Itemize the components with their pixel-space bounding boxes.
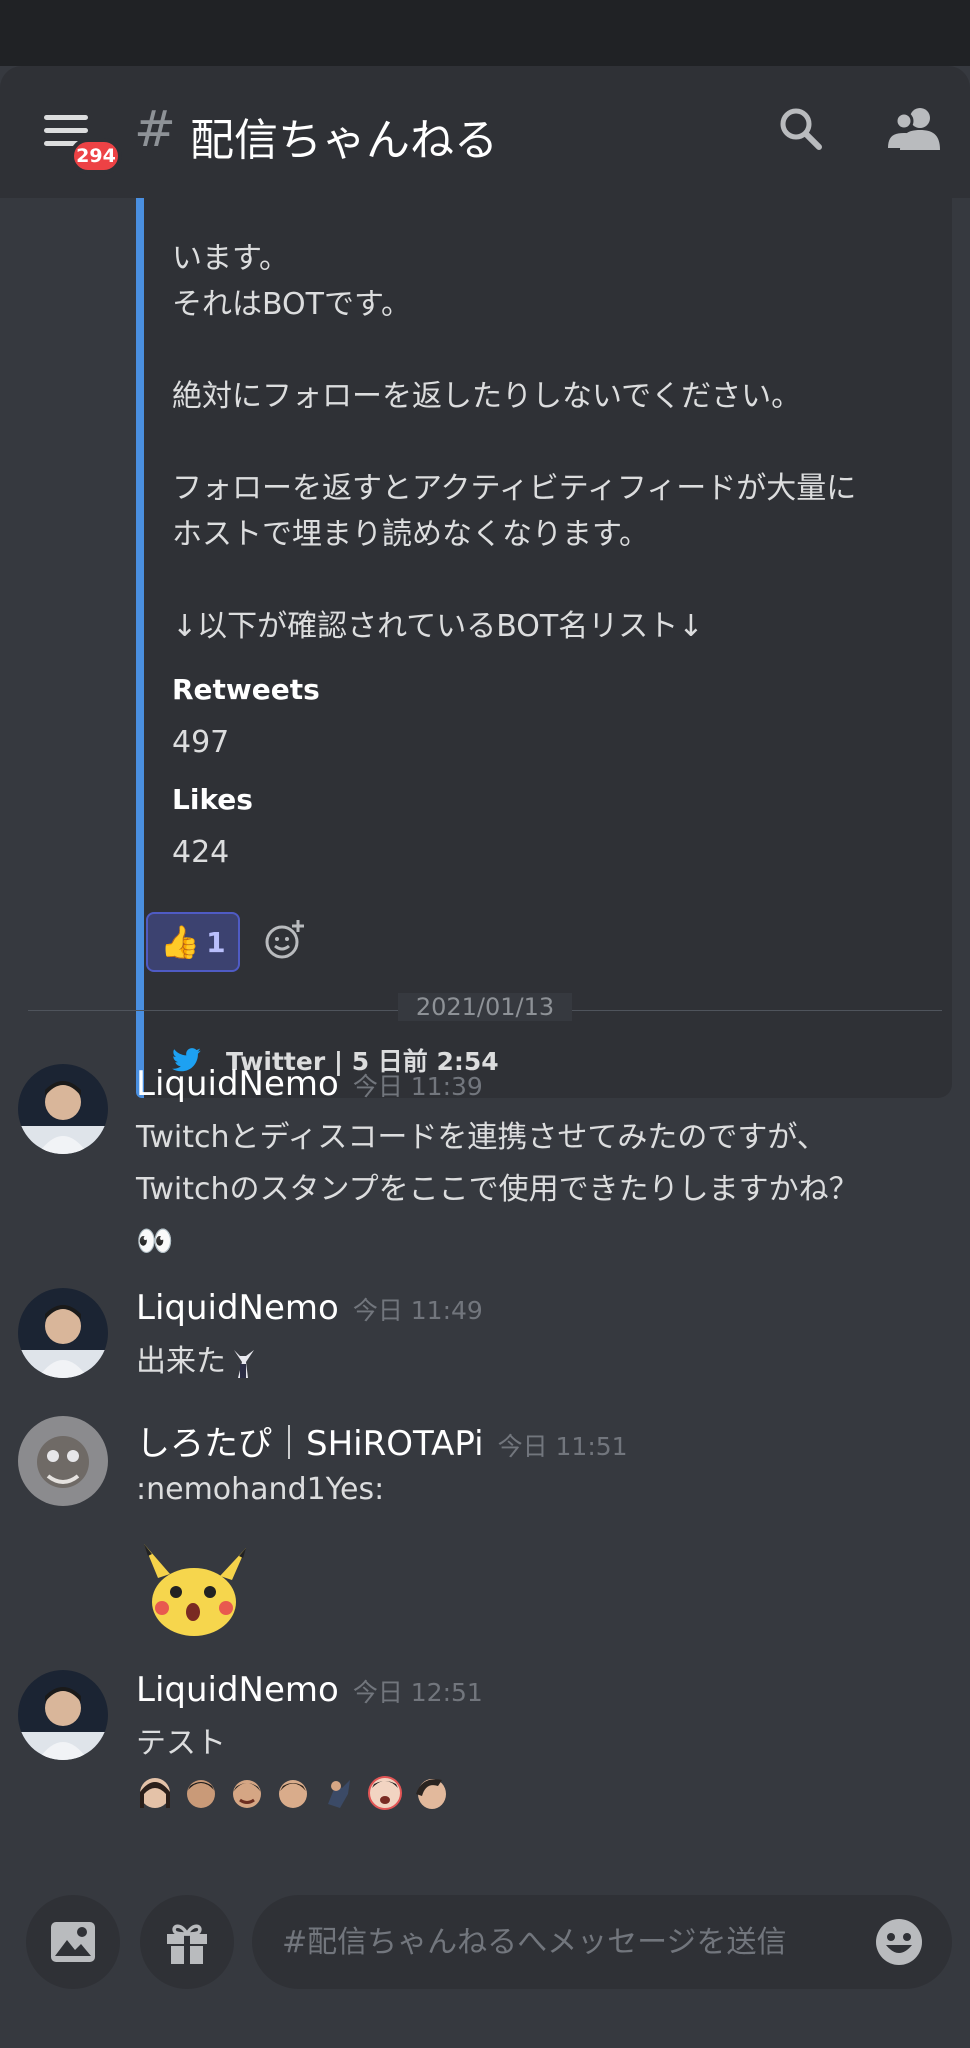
- channel-hash-icon: #: [134, 100, 176, 158]
- message-line: :nemohand1Yes:: [136, 1472, 385, 1507]
- field-name-retweets: Retweets: [172, 673, 320, 706]
- author-name[interactable]: LiquidNemo: [136, 1064, 339, 1104]
- embed-line: います。: [172, 241, 289, 276]
- author-line: LiquidNemo 今日 12:51: [136, 1670, 483, 1710]
- status-bar: [0, 0, 970, 66]
- embed-line: ホストで埋まり読めなくなります。: [172, 517, 649, 552]
- emote-row: [136, 1774, 450, 1812]
- embed-line: フォローを返すとアクティビティフィードが大量に: [172, 471, 857, 506]
- message-line: Twitchのスタンプをここで使用できたりしますかね？: [136, 1172, 859, 1207]
- unread-badge: 294: [70, 138, 122, 174]
- embed-line: 絶対にフォローを返したりしないでください。: [172, 379, 802, 414]
- custom-emote-icon: [368, 1776, 402, 1810]
- gift-icon: [167, 1924, 207, 1964]
- author-line: しろたぴ｜SHiROTAPi 今日 11:51: [136, 1416, 628, 1465]
- field-value-retweets: 497: [172, 725, 230, 760]
- message-input-container[interactable]: [252, 1895, 952, 1989]
- custom-emote-icon: [233, 1780, 261, 1808]
- avatar[interactable]: [18, 1064, 108, 1154]
- author-name[interactable]: しろたぴ｜SHiROTAPi: [136, 1424, 484, 1464]
- gift-button[interactable]: [140, 1895, 234, 1989]
- message-line: テスト: [136, 1726, 226, 1761]
- message-content: :nemohand1Yes:: [136, 1464, 956, 1516]
- reaction-thumbs-up[interactable]: 👍 1: [146, 912, 240, 972]
- author-name[interactable]: LiquidNemo: [136, 1288, 339, 1328]
- members-icon[interactable]: [886, 104, 942, 156]
- message-content: テスト: [136, 1718, 956, 1770]
- message-input[interactable]: [282, 1895, 842, 1989]
- twitter-embed[interactable]: います。 それはBOTです。 絶対にフォローを返したりしないでください。 フォロ…: [136, 198, 952, 1098]
- custom-emote-icon: [140, 1778, 170, 1808]
- avatar[interactable]: [18, 1670, 108, 1760]
- message-line: 出来た: [136, 1344, 226, 1379]
- date-divider: 2021/01/13: [0, 993, 970, 1021]
- image-upload-button[interactable]: [26, 1895, 120, 1989]
- custom-emote-icon: [328, 1780, 350, 1808]
- author-line: LiquidNemo 今日 11:49: [136, 1288, 483, 1328]
- message-list[interactable]: います。 それはBOTです。 絶対にフォローを返したりしないでください。 フォロ…: [0, 198, 970, 1888]
- custom-emote-icon: [279, 1780, 307, 1808]
- image-icon: [51, 1922, 95, 1962]
- thumbs-up-icon: 👍: [160, 923, 201, 961]
- timestamp: 今日 11:51: [497, 1432, 628, 1461]
- channel-title[interactable]: 配信ちゃんねる: [190, 104, 498, 168]
- embed-description: います。 それはBOTです。 絶対にフォローを返したりしないでください。 フォロ…: [172, 236, 952, 650]
- emoji-icon[interactable]: [874, 1917, 924, 1971]
- timestamp: 今日 11:49: [352, 1296, 483, 1325]
- message-content: Twitchとディスコードを連携させてみたのですが、 Twitchのスタンプをこ…: [136, 1112, 956, 1268]
- embed-line: ↓以下が確認されているBOT名リスト↓: [172, 609, 704, 644]
- field-name-likes: Likes: [172, 783, 253, 816]
- search-icon[interactable]: [776, 104, 824, 156]
- reaction-count: 1: [206, 925, 226, 959]
- custom-emote-icon: [234, 1350, 254, 1378]
- timestamp: 今日 11:39: [352, 1072, 483, 1101]
- message-content: 出来た: [136, 1336, 956, 1388]
- add-reaction-icon[interactable]: [262, 918, 306, 966]
- avatar[interactable]: [18, 1288, 108, 1378]
- date-divider-label: 2021/01/13: [397, 993, 573, 1021]
- eyes-emoji: 👀: [136, 1224, 174, 1259]
- author-line: LiquidNemo 今日 11:39: [136, 1064, 483, 1104]
- custom-emote-icon: [187, 1780, 215, 1808]
- embed-line: それはBOTです。: [172, 287, 411, 322]
- author-name[interactable]: LiquidNemo: [136, 1670, 339, 1710]
- pikachu-sticker: [136, 1540, 252, 1640]
- message-line: Twitchとディスコードを連携させてみたのですが、: [136, 1120, 827, 1155]
- custom-emote-icon: [416, 1779, 446, 1809]
- avatar[interactable]: [18, 1416, 108, 1506]
- timestamp: 今日 12:51: [352, 1678, 483, 1707]
- field-value-likes: 424: [172, 835, 230, 870]
